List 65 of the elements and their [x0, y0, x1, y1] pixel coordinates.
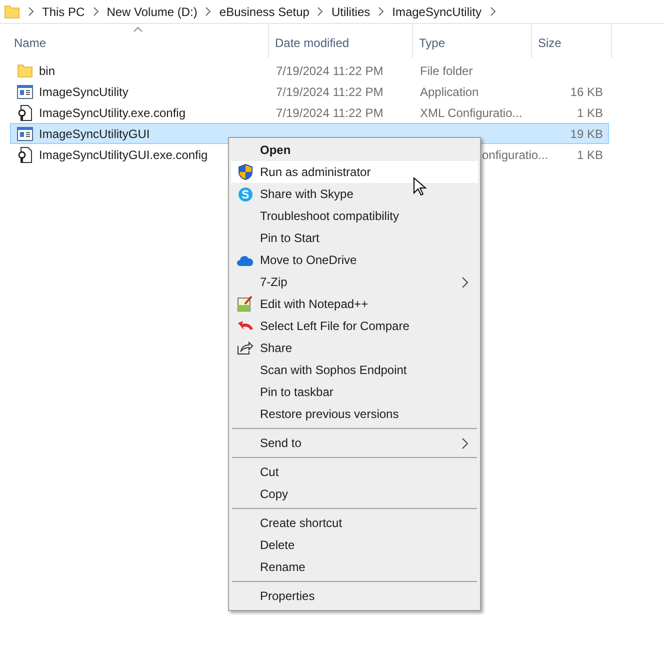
file-type: Application [420, 84, 479, 100]
menu-item[interactable]: Properties [231, 585, 478, 607]
file-type: File folder [420, 62, 473, 80]
share-icon [237, 341, 253, 355]
mouse-pointer-icon [413, 177, 427, 197]
application-icon [17, 84, 33, 98]
menu-item[interactable]: Troubleshoot compatibility [231, 205, 478, 227]
menu-item[interactable]: Share [231, 337, 478, 359]
menu-item[interactable]: Move to OneDrive [231, 249, 478, 271]
file-name: ImageSyncUtilityGUI [39, 126, 150, 142]
menu-item[interactable]: Share with Skype [231, 183, 478, 205]
menu-item[interactable]: Edit with Notepad++ [231, 293, 478, 315]
menu-item[interactable]: Pin to Start [231, 227, 478, 249]
menu-item[interactable]: Send to [231, 432, 478, 454]
file-name: ImageSyncUtilityGUI.exe.config [39, 146, 208, 164]
date-modified: 7/19/2024 11:22 PM [276, 84, 384, 98]
breadcrumb-item[interactable]: This PC [42, 2, 85, 20]
file-size: 1 KB [576, 146, 603, 164]
chevron-right-icon [205, 7, 212, 16]
file-size: 19 KB [570, 126, 603, 142]
menu-item[interactable]: Cut [231, 461, 478, 483]
config-file-icon [18, 146, 32, 162]
column-header[interactable]: Date modified [269, 24, 413, 58]
menu-item[interactable]: Rename [231, 556, 478, 578]
menu-item[interactable]: Copy [231, 483, 478, 505]
breadcrumb-item[interactable]: Utilities [331, 2, 370, 20]
file-name: ImageSyncUtility [39, 84, 128, 100]
sort-up-icon [134, 27, 142, 32]
config-file-icon [18, 104, 32, 120]
application-icon [17, 126, 33, 140]
menu-item[interactable]: Select Left File for Compare [231, 315, 478, 337]
date-modified: 7/19/2024 11:22 PM [276, 106, 384, 120]
chevron-right-icon [92, 7, 99, 16]
file-type: XML Configuratio... [420, 104, 522, 122]
skype-icon [238, 186, 252, 202]
shield-icon [238, 164, 252, 180]
folder-icon [4, 4, 20, 18]
breadcrumb-item[interactable]: eBusiness Setup [219, 2, 310, 20]
chevron-right-icon [378, 7, 384, 16]
menu-item[interactable]: Create shortcut [231, 512, 478, 534]
file-type: onfiguratio... [482, 146, 548, 164]
chevron-right-icon [490, 7, 496, 16]
breadcrumb-item[interactable]: ImageSyncUtility [392, 2, 482, 20]
menu-item[interactable]: Scan with Sophos Endpoint [231, 359, 478, 381]
chevron-right-icon [28, 7, 34, 16]
menu-item[interactable]: Pin to taskbar [231, 381, 478, 403]
file-size: 16 KB [570, 84, 603, 100]
column-header[interactable]: Type [413, 24, 532, 58]
breadcrumb-item[interactable]: New Volume (D:) [106, 2, 198, 20]
menu-item[interactable]: Delete [231, 534, 478, 556]
menu-item[interactable]: Run as administrator [231, 161, 478, 183]
file-name: bin [39, 62, 56, 80]
menu-item[interactable]: Restore previous versions [231, 403, 478, 425]
menu-item[interactable]: 7-Zip [231, 271, 478, 293]
cloud-icon [236, 254, 254, 266]
address-bar[interactable]: This PC New Volume (D:) eBusiness Setup Utilities ImageSyncUtility [0, 0, 664, 24]
column-header[interactable]: Size [532, 24, 612, 58]
file-name: ImageSyncUtility.exe.config [39, 104, 186, 122]
folder-icon [17, 64, 33, 78]
chevron-right-icon [317, 7, 324, 16]
notepad-icon [237, 296, 253, 312]
column-header[interactable]: Name [8, 24, 269, 58]
file-size: 1 KB [576, 104, 603, 122]
date-modified: 7/19/2024 11:22 PM [276, 64, 384, 78]
undo-arrow-icon [236, 320, 254, 332]
